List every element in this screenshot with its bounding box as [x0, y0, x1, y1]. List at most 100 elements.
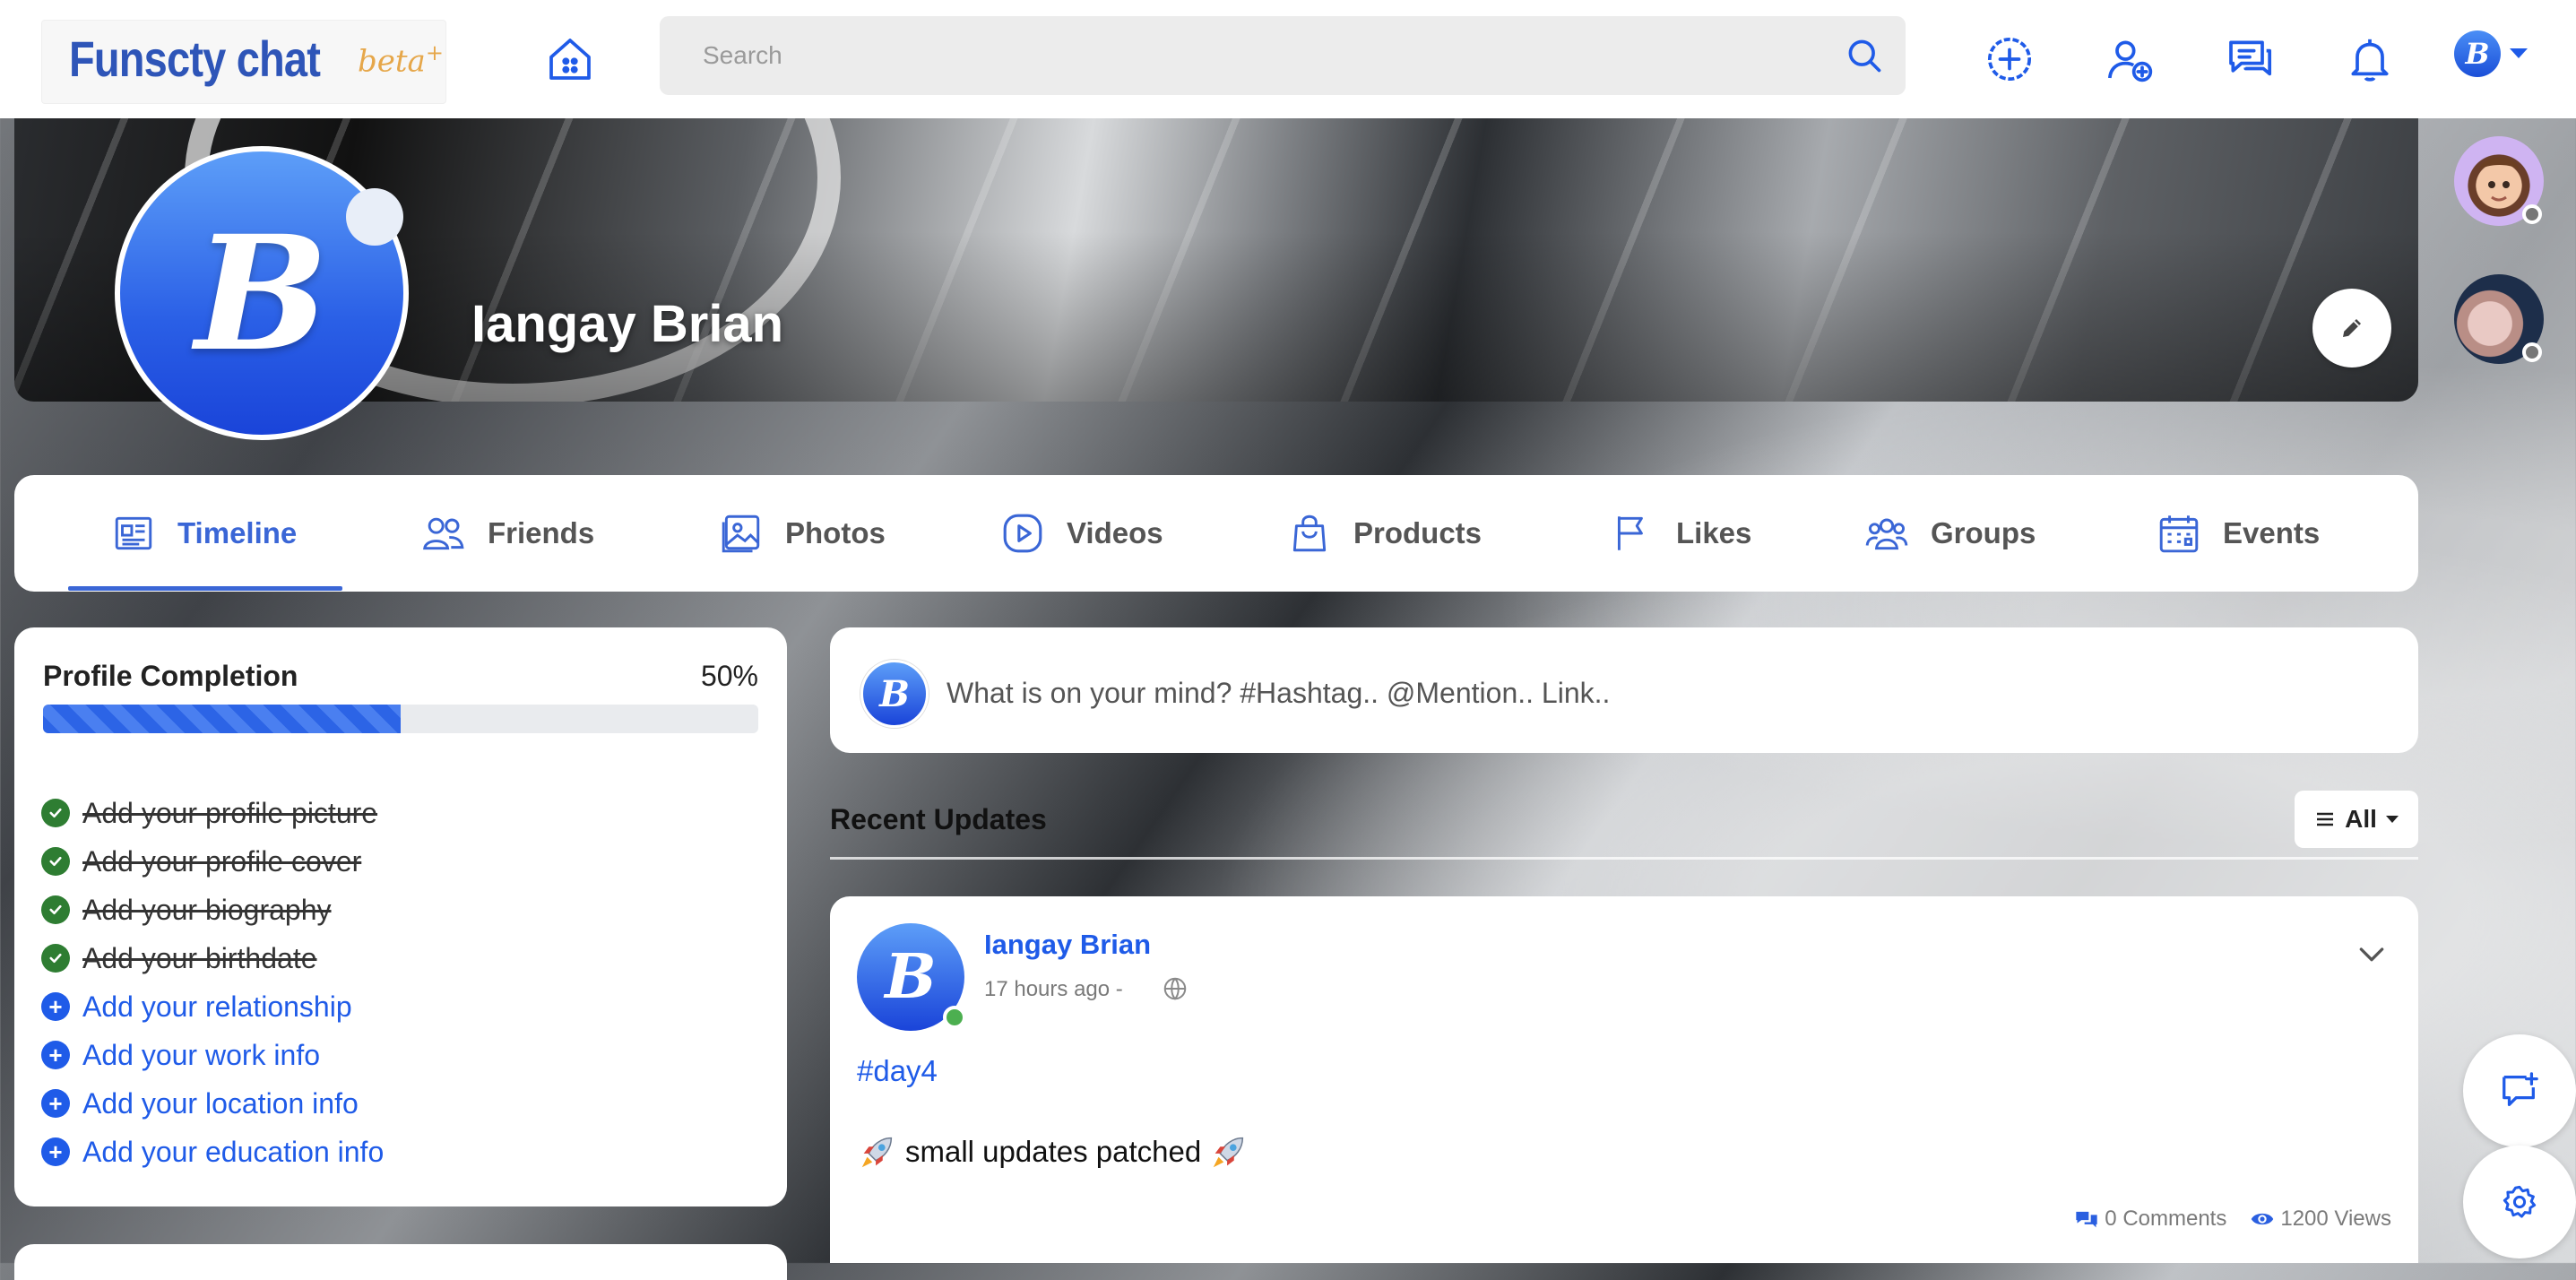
rocket-icon — [861, 1137, 893, 1168]
beta-text: beta — [358, 43, 426, 80]
tab-label: Likes — [1676, 516, 1752, 549]
tab-likes[interactable]: Likes — [1610, 475, 1751, 592]
profile-completion-item-label: Add your location info — [82, 1086, 359, 1120]
tab-label: Groups — [1931, 516, 2036, 549]
globe-icon[interactable] — [1162, 975, 1189, 1002]
profile-completion-card: Profile Completion 50% Add your profile … — [14, 627, 787, 1206]
recent-updates-title: Recent Updates — [830, 803, 1047, 835]
post-stats: 0 Comments 1200 Views — [2074, 1206, 2391, 1232]
settings-button[interactable] — [2463, 1146, 2576, 1258]
tab-timeline[interactable]: Timeline — [111, 475, 297, 592]
caret-down-icon — [2385, 816, 2399, 823]
post-hashtag[interactable]: #day4 — [857, 1054, 938, 1088]
tab-videos[interactable]: Videos — [1000, 475, 1163, 592]
profile-completion-item: Add your birthdate — [41, 934, 384, 982]
beta-plus: + — [425, 40, 444, 65]
add-friend-icon[interactable] — [2097, 27, 2162, 91]
tab-label: Videos — [1067, 516, 1163, 549]
profile-tabs: Timeline Friends Photos Videos Products … — [14, 475, 2418, 592]
status-dot — [2522, 342, 2542, 362]
post-text-content: small updates patched — [905, 1135, 1202, 1168]
profile-completion-item: Add your biography — [41, 886, 384, 934]
plus-icon: + — [41, 1137, 70, 1166]
play-icon — [1003, 514, 1042, 553]
comments-count[interactable]: 0 Comments — [2074, 1206, 2226, 1232]
new-chat-button[interactable] — [2463, 1034, 2576, 1147]
tab-friends[interactable]: Friends — [421, 475, 594, 592]
check-icon — [41, 895, 70, 924]
profile-completion-item-label: Add your biography — [82, 893, 332, 926]
profile-completion-item-label: Add your profile cover — [82, 844, 362, 878]
post-author-name[interactable]: Iangay Brian — [984, 929, 1151, 961]
chevron-down-icon[interactable] — [2354, 936, 2390, 972]
top-bar: Funscty chat beta+ B — [0, 0, 2576, 118]
profile-completion-item: Add your profile picture — [41, 789, 384, 837]
tab-events[interactable]: Events — [2157, 475, 2320, 592]
profile-completion-item-label: Add your work info — [82, 1038, 321, 1071]
profile-completion-item-label: Add your education info — [82, 1135, 385, 1168]
list-icon — [2317, 812, 2334, 826]
pencil-icon — [2343, 319, 2361, 337]
check-icon — [41, 944, 70, 973]
profile-completion-item[interactable]: + Add your education info — [41, 1128, 384, 1176]
status-dot — [2522, 204, 2542, 224]
chevron-down-icon[interactable] — [2510, 48, 2528, 58]
plus-icon: + — [41, 1089, 70, 1118]
users-icon — [423, 517, 464, 550]
search-input[interactable] — [660, 16, 1906, 95]
tab-products[interactable]: Products — [1287, 475, 1482, 592]
newspaper-icon — [115, 516, 152, 550]
post-card: B Iangay Brian 17 hours ago - #day4 smal… — [830, 896, 2418, 1263]
gear-icon — [2503, 1185, 2537, 1218]
user-menu-avatar[interactable]: B — [2454, 30, 2501, 77]
post-timestamp[interactable]: 17 hours ago - — [984, 977, 1123, 1002]
views-count: 1200 Views — [2250, 1206, 2391, 1232]
chat-add-icon — [2503, 1072, 2538, 1106]
profile-completion-item: Add your profile cover — [41, 837, 384, 886]
messages-icon[interactable] — [2217, 27, 2282, 91]
flag-icon — [1617, 516, 1643, 550]
check-icon — [41, 847, 70, 876]
create-icon[interactable] — [1977, 27, 2042, 91]
tab-photos[interactable]: Photos — [719, 475, 886, 592]
profile-completion-item-label: Add your profile picture — [82, 796, 378, 829]
plus-icon: + — [41, 1041, 70, 1069]
filter-label: All — [2345, 805, 2377, 833]
check-icon — [41, 799, 70, 827]
profile-completion-item-label: Add your relationship — [82, 990, 352, 1023]
feed-filter-dropdown[interactable]: All — [2295, 791, 2418, 848]
profile-completion-item[interactable]: + Add your relationship — [41, 982, 384, 1031]
profile-name: Iangay Brian — [471, 295, 784, 353]
post-composer: B — [830, 627, 2418, 753]
calendar-icon — [2159, 515, 2199, 553]
search-icon[interactable] — [1845, 36, 1884, 75]
edit-cover-button[interactable] — [2312, 289, 2391, 368]
eye-icon — [2252, 1213, 2274, 1225]
tab-groups[interactable]: Groups — [1864, 475, 2036, 592]
avatar-logo-bubble — [346, 188, 403, 246]
rocket-icon — [1213, 1137, 1244, 1168]
comments-label: 0 Comments — [2105, 1206, 2227, 1231]
profile-completion-item[interactable]: + Add your work info — [41, 1031, 384, 1079]
profile-completion-list: Add your profile picture Add your profile… — [41, 789, 384, 1176]
profile-completion-item[interactable]: + Add your location info — [41, 1079, 384, 1128]
image-icon — [722, 515, 760, 553]
composer-input[interactable] — [945, 663, 2293, 722]
tab-label: Timeline — [177, 516, 298, 549]
comments-icon — [2076, 1211, 2097, 1228]
views-label: 1200 Views — [2280, 1206, 2391, 1231]
profile-completion-percent: 50% — [700, 660, 758, 692]
brand-logo[interactable]: Funscty chat beta+ — [41, 20, 446, 104]
profile-completion-title: Profile Completion — [43, 660, 298, 692]
brand-name: Funscty chat — [69, 30, 321, 87]
post-text: small updates patched — [857, 1131, 1249, 1172]
profile-completion-progress — [43, 705, 758, 733]
home-icon[interactable] — [538, 27, 602, 91]
tab-label: Friends — [488, 516, 595, 549]
tab-label: Products — [1353, 516, 1482, 549]
tab-label: Events — [2223, 516, 2321, 549]
plus-icon: + — [41, 992, 70, 1021]
tab-label: Photos — [785, 516, 886, 549]
notifications-icon[interactable] — [2338, 27, 2402, 91]
shopping-bag-icon — [1292, 515, 1327, 552]
